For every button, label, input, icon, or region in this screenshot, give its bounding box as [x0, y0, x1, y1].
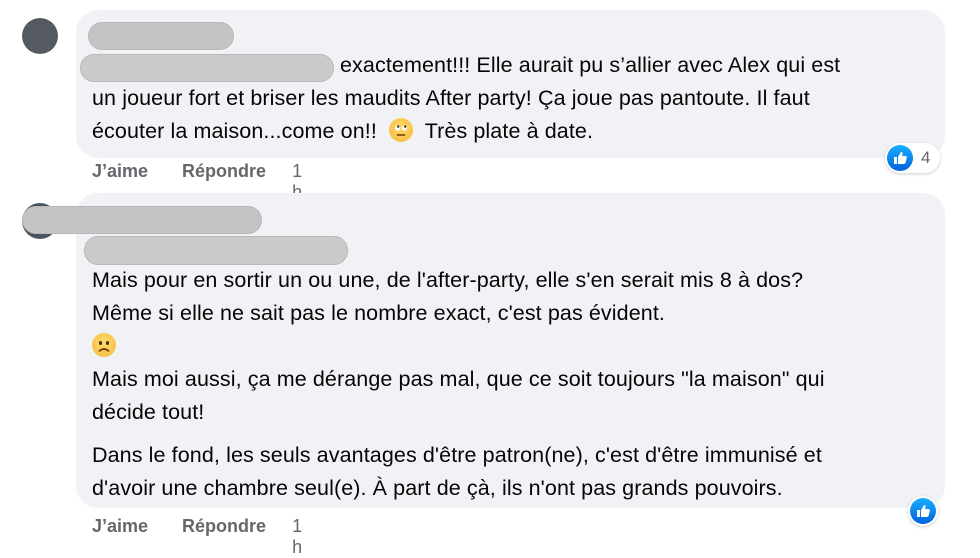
redacted-mention[interactable] [80, 54, 334, 82]
comment-text-line: exactement!!! Elle aurait pu s’allier av… [340, 53, 841, 77]
comment-text: un joueur fort et briser les maudits Aft… [92, 82, 810, 148]
reply-link[interactable]: Répondre [182, 516, 266, 558]
reaction-summary[interactable] [908, 496, 938, 526]
timestamp[interactable]: 1 h [292, 516, 302, 558]
comment-text-line: Même si elle ne sait pas le nombre exact… [92, 301, 665, 325]
redacted-author-name[interactable] [88, 22, 234, 50]
comment-text-line: Dans le fond, les seuls avantages d'être… [92, 443, 822, 467]
redacted-author-name[interactable] [22, 206, 262, 234]
rolling-eyes-emoji [389, 118, 414, 142]
comment-actions: J’aime Répondre 1 h [92, 516, 302, 558]
like-link[interactable]: J’aime [92, 516, 148, 558]
comment-text: exactement!!! Elle aurait pu s’allier av… [340, 49, 840, 82]
redacted-author-subtitle[interactable] [84, 236, 348, 265]
reaction-count: 4 [921, 148, 931, 167]
thumbs-up-icon [910, 498, 936, 524]
comment-text-line: Mais pour en sortir un ou une, de l'afte… [92, 268, 804, 292]
thumbs-up-icon [887, 145, 913, 171]
comment-text-line [92, 330, 825, 363]
comment-text-line: d'avoir une chambre seul(e). À part de ç… [92, 476, 783, 500]
comment-text-line: Mais moi aussi, ça me dérange pas mal, q… [92, 367, 825, 391]
frowning-face-emoji [92, 333, 116, 357]
avatar[interactable] [22, 18, 58, 54]
reaction-summary[interactable]: 4 [885, 143, 941, 173]
comment-text-line: décide tout! [92, 400, 205, 424]
comment-text-line: un joueur fort et briser les maudits Aft… [92, 86, 810, 110]
comment-text-line: écouter la maison...come on!! Très plate… [92, 118, 594, 143]
comment-text: Mais pour en sortir un ou une, de l'afte… [92, 264, 825, 505]
